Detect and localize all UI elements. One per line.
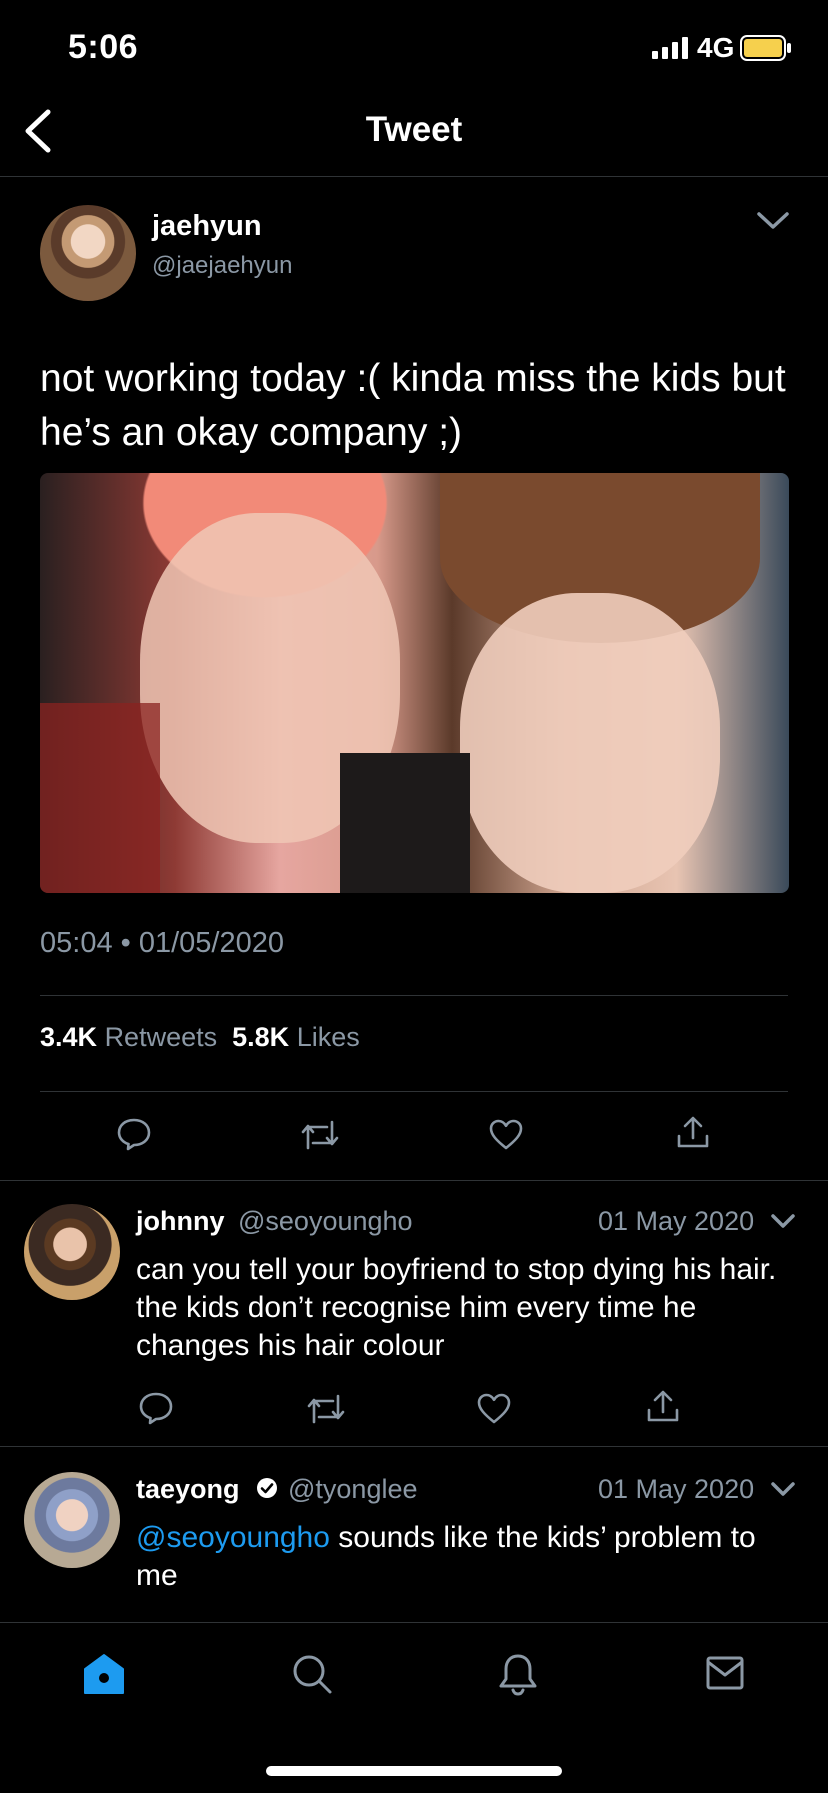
reply-author-name[interactable]: taeyong bbox=[136, 1474, 240, 1505]
reply-author-name[interactable]: johnny bbox=[136, 1206, 225, 1237]
verified-icon bbox=[256, 1477, 278, 1499]
divider bbox=[0, 176, 828, 177]
engagement-stats[interactable]: 3.4K Retweets 5.8K Likes bbox=[40, 1022, 360, 1053]
tweet-photo[interactable] bbox=[40, 473, 789, 893]
author-handle[interactable]: @jaejaehyun bbox=[152, 252, 292, 280]
home-icon[interactable] bbox=[82, 1652, 126, 1696]
search-icon[interactable] bbox=[290, 1652, 334, 1696]
retweet-icon[interactable] bbox=[300, 1118, 340, 1152]
reply-icon[interactable] bbox=[116, 1116, 152, 1152]
signal-icon bbox=[652, 37, 692, 59]
photo-region bbox=[340, 753, 470, 893]
like-icon[interactable] bbox=[476, 1392, 512, 1424]
retweets-count: 3.4K bbox=[40, 1022, 98, 1052]
notifications-icon[interactable] bbox=[498, 1652, 538, 1696]
messages-icon[interactable] bbox=[706, 1656, 744, 1690]
divider bbox=[0, 1180, 828, 1181]
divider bbox=[40, 995, 788, 996]
chevron-down-icon[interactable] bbox=[770, 1481, 796, 1499]
chevron-down-icon[interactable] bbox=[756, 210, 790, 232]
tweet-timestamp: 05:04 • 01/05/2020 bbox=[40, 927, 284, 959]
mention-link[interactable]: @seoyoungho bbox=[136, 1521, 330, 1554]
likes-label: Likes bbox=[296, 1022, 360, 1052]
like-icon[interactable] bbox=[488, 1118, 524, 1150]
share-icon[interactable] bbox=[676, 1114, 710, 1150]
divider bbox=[40, 1091, 788, 1092]
page-title: Tweet bbox=[365, 110, 463, 149]
photo-region bbox=[460, 593, 720, 893]
tweet-text: not working today :( kinda miss the kids… bbox=[40, 357, 786, 454]
retweet-icon[interactable] bbox=[306, 1392, 346, 1426]
reply-text: can you tell your boyfriend to stop dyin… bbox=[136, 1253, 777, 1362]
reply-author-handle[interactable]: @tyonglee bbox=[288, 1474, 418, 1505]
reply-text: @seoyoungho sounds like the kids’ proble… bbox=[136, 1519, 796, 1595]
likes-count: 5.8K bbox=[232, 1022, 290, 1052]
reply-date: 01 May 2020 bbox=[598, 1206, 755, 1236]
divider bbox=[0, 1446, 828, 1447]
network-type: 4G bbox=[697, 32, 735, 63]
chevron-down-icon[interactable] bbox=[770, 1213, 796, 1231]
reply-avatar[interactable] bbox=[24, 1472, 120, 1568]
author-name[interactable]: jaehyun bbox=[152, 210, 262, 243]
share-icon[interactable] bbox=[646, 1388, 680, 1424]
reply-icon[interactable] bbox=[138, 1390, 174, 1426]
author-avatar[interactable] bbox=[40, 205, 136, 301]
photo-region bbox=[40, 703, 160, 893]
reply-avatar[interactable] bbox=[24, 1204, 120, 1300]
reply-author-handle[interactable]: @seoyoungho bbox=[238, 1206, 413, 1237]
home-indicator[interactable] bbox=[266, 1766, 562, 1776]
retweets-label: Retweets bbox=[104, 1022, 218, 1052]
status-time: 5:06 bbox=[68, 28, 139, 66]
battery-icon bbox=[740, 35, 792, 61]
reply-date: 01 May 2020 bbox=[598, 1474, 755, 1504]
